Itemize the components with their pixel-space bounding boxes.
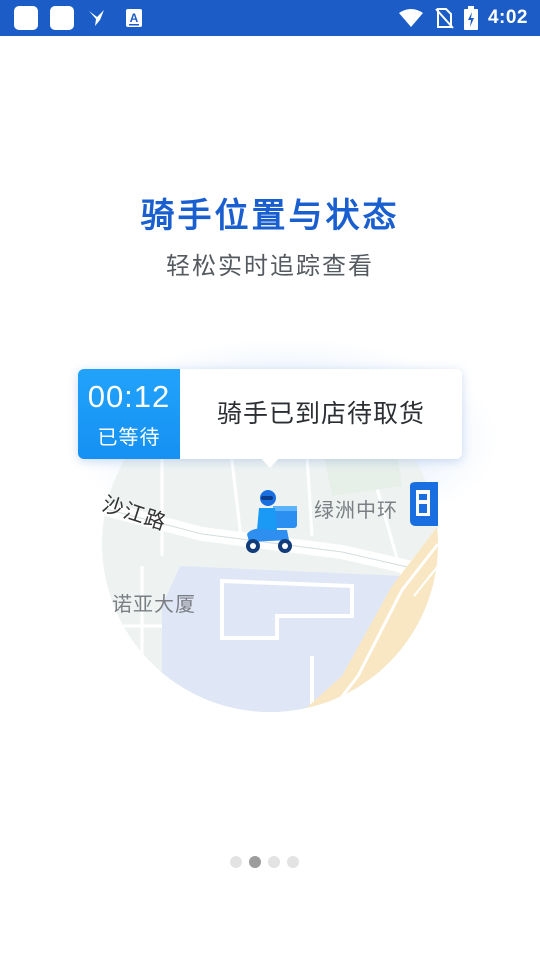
wait-timer: 00:12 已等待 [78,369,180,459]
place-label: 诺亚大厦 [112,592,196,616]
status-bar: A 4:02 [0,0,540,36]
bird-icon [86,6,110,30]
rider-status-card: 00:12 已等待 骑手已到店待取货 [78,369,462,459]
page-title: 骑手位置与状态 [140,196,400,236]
font-a-icon: A [122,6,146,30]
place-label: 绿洲中环 [314,498,398,522]
scooter-rider-icon [243,490,299,556]
no-sim-icon [434,7,454,29]
page-dot[interactable] [287,856,299,868]
svg-text:A: A [130,11,139,25]
page-dot-active[interactable] [249,856,261,868]
status-bar-right: 4:02 [388,0,528,36]
page-dot[interactable] [230,856,242,868]
page-indicator [230,855,310,869]
store-marker-icon [408,482,438,528]
status-bar-time: 4:02 [487,7,528,28]
wifi-icon [398,8,424,28]
app-square-icon [50,6,74,30]
page-dot[interactable] [268,856,280,868]
wait-timer-label: 已等待 [97,425,161,449]
page-subtitle: 轻松实时追踪查看 [166,252,374,280]
app-square-icon [14,6,38,30]
card-pointer [259,456,281,468]
status-bar-left: A [14,6,158,30]
battery-charging-icon [463,6,478,30]
wait-timer-value: 00:12 [87,379,171,414]
rider-status-text: 骑手已到店待取货 [216,399,425,428]
